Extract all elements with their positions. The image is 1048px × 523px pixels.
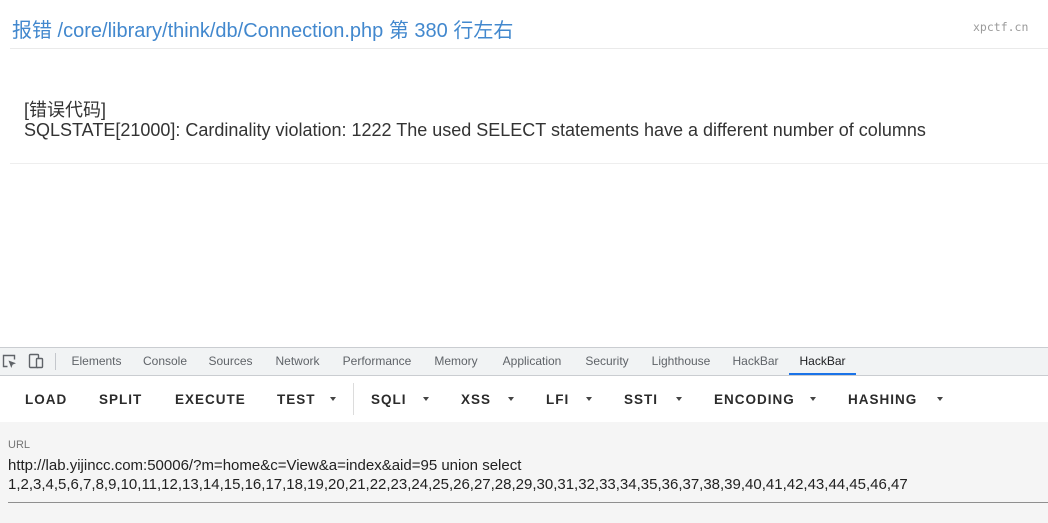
- url-label: URL: [8, 439, 31, 451]
- xss-dropdown-button[interactable]: XSS: [445, 381, 530, 417]
- url-field: URL http://lab.yijincc.com:50006/?m=home…: [0, 422, 1048, 523]
- split-button-label: SPLIT: [99, 391, 143, 407]
- xss-button-label: XSS: [461, 391, 492, 407]
- error-title: 报错 /core/library/think/db/Connection.php…: [12, 20, 514, 42]
- sqli-button-label: SQLI: [371, 391, 407, 407]
- devtools-tabbar: Elements Console Sources Network Perform…: [0, 347, 1048, 376]
- split-button[interactable]: SPLIT: [83, 381, 159, 417]
- tab-network[interactable]: Network: [263, 348, 332, 375]
- tab-performance[interactable]: Performance: [332, 348, 422, 375]
- encoding-dropdown-button[interactable]: ENCODING: [698, 381, 832, 417]
- device-toolbar-icon[interactable]: [28, 353, 44, 369]
- load-button-label: LOAD: [25, 391, 68, 407]
- url-field-underline: [8, 502, 1048, 503]
- caret-down-icon: [330, 397, 336, 401]
- tab-hackbar-2[interactable]: HackBar: [789, 348, 856, 375]
- lfi-dropdown-button[interactable]: LFI: [530, 381, 608, 417]
- caret-down-icon: [676, 397, 682, 401]
- tab-security[interactable]: Security: [574, 348, 640, 375]
- hackbar-toolbar: LOAD SPLIT EXECUTE TEST SQLI XSS LFI SST…: [0, 376, 1048, 422]
- sqli-dropdown-button[interactable]: SQLI: [355, 381, 445, 417]
- tab-hackbar[interactable]: HackBar: [722, 348, 789, 375]
- watermark: xpctf.cn: [973, 20, 1029, 34]
- error-header: 报错 /core/library/think/db/Connection.php…: [10, 0, 1048, 49]
- error-code-label: [错误代码]: [24, 100, 107, 120]
- toolbar-separator: [55, 353, 56, 370]
- caret-down-icon: [586, 397, 592, 401]
- test-button-label: TEST: [277, 391, 316, 407]
- test-dropdown-button[interactable]: TEST: [261, 381, 352, 417]
- url-input[interactable]: http://lab.yijincc.com:50006/?m=home&c=V…: [8, 456, 1048, 496]
- devtools-panel: Elements Console Sources Network Perform…: [0, 347, 1048, 523]
- ssti-dropdown-button[interactable]: SSTI: [608, 381, 698, 417]
- inspect-element-icon[interactable]: [1, 353, 17, 369]
- ssti-button-label: SSTI: [624, 391, 659, 407]
- tab-lighthouse[interactable]: Lighthouse: [640, 348, 722, 375]
- tab-memory[interactable]: Memory: [422, 348, 490, 375]
- error-message: SQLSTATE[21000]: Cardinality violation: …: [24, 120, 926, 140]
- encoding-button-label: ENCODING: [714, 391, 795, 407]
- caret-down-icon: [508, 397, 514, 401]
- execute-button[interactable]: EXECUTE: [159, 381, 261, 417]
- tab-application[interactable]: Application: [490, 348, 574, 375]
- divider: [10, 163, 1048, 164]
- tab-elements[interactable]: Elements: [61, 348, 132, 375]
- caret-down-icon: [937, 397, 943, 401]
- caret-down-icon: [810, 397, 816, 401]
- tab-sources[interactable]: Sources: [198, 348, 263, 375]
- error-message-block: [错误代码] SQLSTATE[21000]: Cardinality viol…: [24, 100, 926, 140]
- tab-console[interactable]: Console: [132, 348, 198, 375]
- toolbar-separator: [353, 383, 354, 415]
- caret-down-icon: [423, 397, 429, 401]
- execute-button-label: EXECUTE: [175, 391, 246, 407]
- hashing-dropdown-button[interactable]: HASHING: [832, 381, 959, 417]
- hashing-button-label: HASHING: [848, 391, 918, 407]
- load-button[interactable]: LOAD: [9, 381, 83, 417]
- lfi-button-label: LFI: [546, 391, 570, 407]
